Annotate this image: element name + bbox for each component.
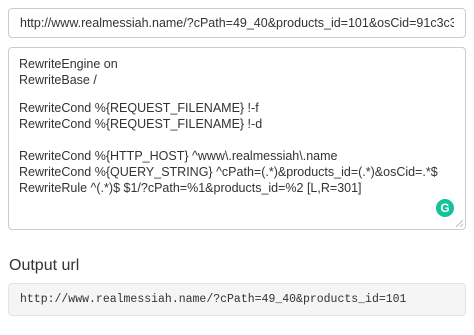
rewrite-rules-textarea[interactable]: RewriteEngine on RewriteBase / RewriteCo… <box>8 47 466 230</box>
output-url-heading: Output url <box>9 257 80 274</box>
rule-line: RewriteBase / <box>19 73 97 87</box>
rule-line: RewriteEngine on <box>19 57 118 71</box>
rule-line: RewriteCond %{REQUEST_FILENAME} !-d <box>19 117 263 131</box>
grammarly-icon[interactable]: G <box>436 199 454 217</box>
resize-handle-icon[interactable] <box>455 219 463 227</box>
rule-line: RewriteCond %{REQUEST_FILENAME} !-f <box>19 101 259 115</box>
rule-line: RewriteRule ^(.*)$ $1/?cPath=%1&products… <box>19 181 362 195</box>
rule-line: RewriteCond %{HTTP_HOST} ^www\.realmessi… <box>19 149 338 163</box>
input-url-field[interactable] <box>8 8 466 38</box>
rule-line: RewriteCond %{QUERY_STRING} ^cPath=(.*)&… <box>19 165 438 179</box>
output-url-value: http://www.realmessiah.name/?cPath=49_40… <box>8 283 466 316</box>
